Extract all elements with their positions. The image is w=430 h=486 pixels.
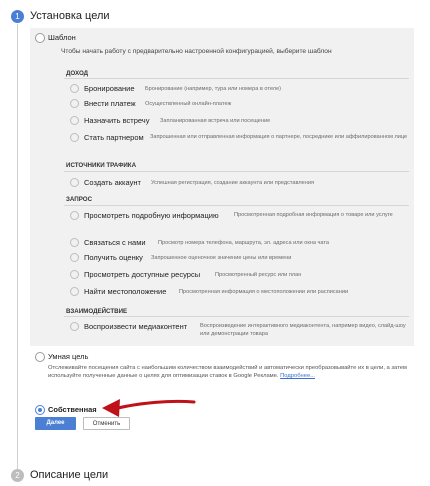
option-label-meeting: Назначить встречу (84, 116, 150, 125)
step-1-title: Установка цели (30, 10, 110, 22)
option-desc-booking: Бронирование (например, тура или номера … (145, 86, 282, 92)
template-label: Шаблон (48, 33, 76, 42)
option-label-contact-us: Связаться с нами (84, 238, 146, 247)
category-engagement: ВЗАИМОДЕЙСТВИЕ (66, 308, 128, 315)
custom-goal-radio[interactable] (35, 405, 45, 415)
category-divider (64, 316, 409, 317)
option-desc-meeting: Запланированная встреча или посещение (160, 118, 271, 124)
category-revenue: ДОХОД (66, 70, 89, 77)
option-desc-create-account: Успешная регистрация, создание аккаунта … (151, 180, 314, 186)
option-label-partner: Стать партнером (84, 133, 144, 142)
option-radio-get-quote[interactable] (70, 253, 79, 262)
category-divider (64, 171, 409, 172)
smart-goal-radio[interactable] (35, 352, 45, 362)
option-radio-payment[interactable] (70, 99, 79, 108)
option-radio-booking[interactable] (70, 84, 79, 93)
template-radio[interactable] (35, 33, 45, 43)
category-traffic: ИСТОЧНИКИ ТРАФИКА (66, 162, 137, 169)
option-label-create-account: Создать аккаунт (84, 178, 141, 187)
category-divider (64, 205, 409, 206)
option-desc-play-media: Воспроизведение интерактивного медиаконт… (200, 323, 406, 337)
step-2-badge: 2 (11, 469, 24, 482)
option-radio-partner[interactable] (70, 133, 79, 142)
option-radio-view-resources[interactable] (70, 270, 79, 279)
option-desc-get-quote: Запрошенное оценочное значение цены или … (151, 255, 292, 261)
smart-goal-desc-text: Отслеживайте посещения сайта с наибольши… (48, 365, 407, 379)
custom-goal-label: Собственная (48, 405, 97, 414)
template-hint: Чтобы начать работу с предварительно нас… (61, 48, 332, 55)
continue-button[interactable]: Далее (35, 417, 76, 430)
option-radio-play-media[interactable] (70, 322, 79, 331)
option-label-get-quote: Получить оценку (84, 253, 143, 262)
option-label-payment: Внести платеж (84, 99, 136, 108)
option-desc-view-details: Просмотренная подробная информация о тов… (234, 212, 393, 218)
option-desc-contact-us: Просмотр номера телефона, маршрута, эл. … (158, 240, 330, 246)
option-desc-view-resources: Просмотренный ресурс или план (215, 272, 302, 278)
category-inquiry: ЗАПРОС (66, 196, 93, 203)
option-radio-create-account[interactable] (70, 178, 79, 187)
option-desc-find-location: Просмотренная информация о местоположени… (179, 289, 349, 295)
step-1-badge: 1 (11, 10, 24, 23)
option-label-view-resources: Просмотреть доступные ресурсы (84, 270, 201, 279)
option-label-view-details: Просмотреть подробную информацию (84, 211, 219, 220)
option-label-booking: Бронирование (84, 84, 135, 93)
option-radio-contact-us[interactable] (70, 238, 79, 247)
option-desc-payment: Осуществленный онлайн-платеж (145, 101, 232, 107)
option-label-play-media: Воспроизвести медиаконтент (84, 322, 188, 331)
step-connector-line (17, 24, 18, 469)
option-radio-find-location[interactable] (70, 287, 79, 296)
smart-goal-label: Умная цель (48, 352, 89, 361)
smart-goal-desc: Отслеживайте посещения сайта с наибольши… (48, 364, 408, 380)
option-radio-meeting[interactable] (70, 116, 79, 125)
step-2-title: Описание цели (30, 469, 109, 481)
option-label-find-location: Найти местоположение (84, 287, 167, 296)
option-radio-view-details[interactable] (70, 211, 79, 220)
category-divider (64, 78, 409, 79)
option-desc-partner: Запрошенная или отправленная информация … (150, 134, 408, 140)
smart-goal-more-link[interactable]: Подробнее... (280, 373, 315, 379)
cancel-button[interactable]: Отменить (83, 417, 130, 430)
